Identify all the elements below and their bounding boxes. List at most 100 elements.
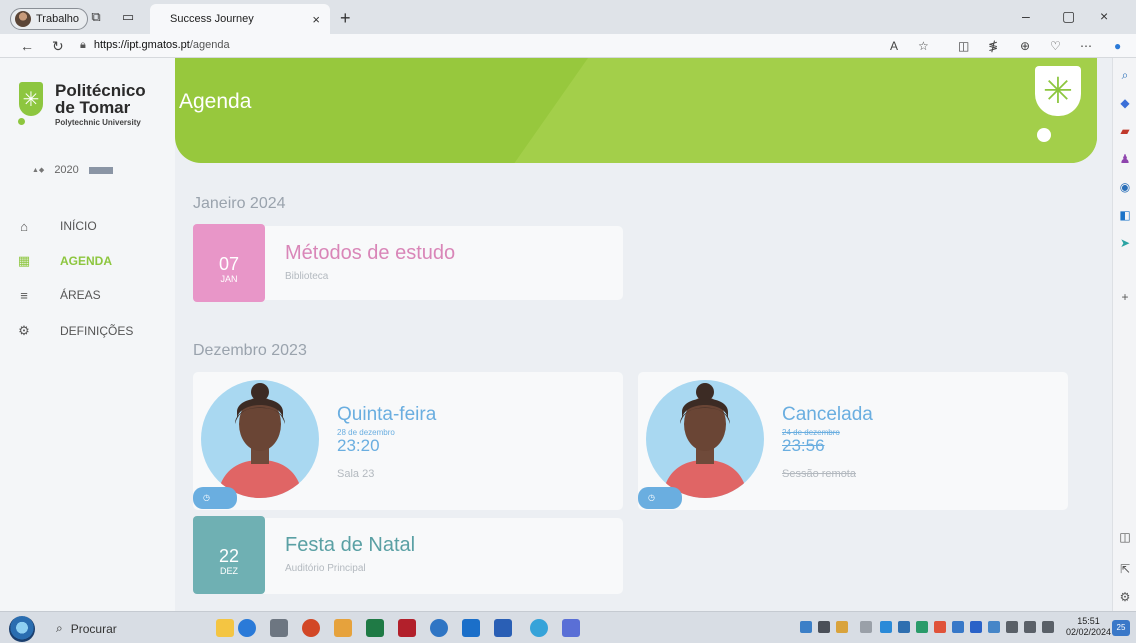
bluetooth-icon[interactable] — [970, 621, 982, 633]
notification-badge[interactable]: 25 — [1112, 620, 1130, 636]
app-icon[interactable] — [530, 619, 548, 637]
header-logo-dot — [1037, 128, 1051, 142]
people-icon[interactable]: ♟ — [1117, 152, 1133, 166]
more-options-icon[interactable]: ⋯ — [1080, 39, 1092, 53]
tray-icon[interactable] — [860, 621, 872, 633]
event-day: 22 — [218, 546, 240, 566]
taskbar-search-placeholder: Procurar — [70, 621, 117, 636]
workspaces-icon[interactable]: ⧉ — [88, 10, 104, 24]
appointment-title: Quinta-feira — [337, 404, 437, 425]
send-icon[interactable]: ➤ — [1117, 236, 1133, 250]
tab-title: Success Journey — [170, 13, 254, 25]
chrome-app-icon[interactable] — [430, 619, 448, 637]
appointment-card-cancelled[interactable]: ◷ Cancelada 24 de dezembro 23:56 Sessão … — [638, 372, 1068, 510]
clock-time: 15:51 — [1077, 616, 1100, 626]
page-title: Agenda — [179, 90, 252, 113]
onedrive-icon[interactable] — [880, 621, 892, 633]
appointment-title: Cancelada — [782, 404, 873, 425]
tray-icon[interactable] — [800, 621, 812, 633]
sidebar-toggle-icon[interactable]: ◫ — [1117, 530, 1133, 544]
external-link-icon[interactable]: ⇱ — [1117, 562, 1133, 576]
add-icon[interactable]: + — [1117, 290, 1133, 304]
settings-icon[interactable]: ⚙ — [1117, 590, 1133, 604]
folder-app-icon[interactable] — [216, 619, 234, 637]
sidebar-item-label: DEFINIÇÕES — [60, 324, 134, 338]
split-screen-icon[interactable]: ◫ — [958, 39, 969, 53]
close-tab-icon[interactable]: × — [312, 12, 320, 27]
person-avatar-icon — [217, 383, 303, 498]
event-date-box: 22 DEZ — [193, 516, 265, 594]
clock-chip-icon: ◷ — [193, 487, 237, 509]
file-explorer-icon[interactable] — [334, 619, 352, 637]
restore-button[interactable]: ▢ — [1062, 8, 1075, 25]
volume-icon[interactable] — [1042, 621, 1054, 633]
tray-icon[interactable] — [952, 621, 964, 633]
event-card[interactable]: 07 JAN Métodos de estudo Biblioteca — [193, 224, 623, 302]
address-bar-row: ← ↻ 🔒︎ https://ipt.gmatos.pt/agenda A ☆ ◫… — [0, 34, 1136, 58]
powerpoint-app-icon[interactable] — [302, 619, 320, 637]
tag-icon[interactable]: ◆ — [1117, 96, 1133, 110]
lock-icon: 🔒︎ — [80, 39, 86, 51]
windows-taskbar: ⌕ Procurar 15:51 02/02/2024 25 — [0, 611, 1136, 643]
event-card[interactable]: 22 DEZ Festa de Natal Auditório Principa… — [193, 516, 623, 594]
gear-icon: ⚙ — [18, 323, 30, 338]
edge-app-icon[interactable] — [238, 619, 256, 637]
logo-text-line3: Polytechnic University — [55, 118, 141, 127]
appointment-card[interactable]: ◷ Quinta-feira 28 de dezembro 23:20 Sala… — [193, 372, 623, 510]
start-button[interactable] — [9, 616, 35, 642]
profile-button[interactable]: Trabalho — [10, 8, 89, 30]
task-view-icon[interactable] — [270, 619, 288, 637]
sidebar-item-agenda[interactable]: ▦ AGENDA — [0, 251, 175, 271]
collections-icon[interactable]: ⊕ — [1020, 39, 1030, 53]
taskbar-clock[interactable]: 15:51 02/02/2024 — [1066, 616, 1111, 638]
tray-icon[interactable] — [818, 621, 830, 633]
url-field[interactable]: 🔒︎ https://ipt.gmatos.pt/agenda — [80, 39, 230, 52]
sidebar-item-label: ÁREAS — [60, 288, 101, 302]
back-arrow-icon[interactable]: ← — [20, 38, 34, 54]
sidebar-item-inicio[interactable]: ⌂ INÍCIO — [0, 216, 175, 236]
browser-essentials-icon[interactable]: ♡ — [1050, 39, 1061, 53]
outlook-icon[interactable]: ◧ — [1117, 208, 1133, 222]
url-host: https://ipt.gmatos.pt — [93, 39, 190, 51]
new-tab-button[interactable]: + — [340, 8, 351, 29]
partner-logos: ▲◆ 2020 — [32, 164, 113, 176]
office-icon[interactable]: ◉ — [1117, 180, 1133, 194]
toolbox-icon[interactable]: ▰ — [1117, 124, 1133, 138]
favorites-icon[interactable]: ≸ — [988, 39, 998, 53]
appointment-room: Sessão remota — [782, 468, 856, 480]
home-icon: ⌂ — [20, 218, 28, 234]
excel-app-icon[interactable] — [366, 619, 384, 637]
logo-dot — [18, 118, 25, 125]
tab-success-journey[interactable]: Success Journey × — [150, 4, 330, 34]
tray-icon[interactable] — [836, 621, 848, 633]
search-icon[interactable]: ⌕ — [1117, 68, 1133, 82]
tab-actions-icon[interactable]: ▭ — [120, 10, 136, 24]
read-aloud-icon[interactable]: A — [890, 39, 898, 53]
tray-icon[interactable] — [916, 621, 928, 633]
copilot-icon[interactable]: ● — [1114, 39, 1121, 53]
profile-label: Trabalho — [36, 13, 80, 25]
tray-icon[interactable] — [988, 621, 1000, 633]
ipt-logo-icon[interactable]: ✳ — [19, 82, 43, 116]
sidebar-item-definicoes[interactable]: ⚙ DEFINIÇÕES — [0, 321, 175, 341]
avatar — [646, 380, 764, 498]
refresh-icon[interactable]: ↻ — [52, 38, 64, 55]
teams-app-icon[interactable] — [562, 619, 580, 637]
outlook-app-icon[interactable] — [462, 619, 480, 637]
header-logo-icon: ✳ — [1035, 66, 1081, 116]
tray-icon[interactable] — [934, 621, 946, 633]
display-icon[interactable] — [1006, 621, 1018, 633]
word-app-icon[interactable] — [494, 619, 512, 637]
event-title: Festa de Natal — [285, 534, 416, 556]
network-icon[interactable] — [1024, 621, 1036, 633]
month-heading: Janeiro 2024 — [193, 195, 286, 212]
partner-logo-2020: 2020 — [54, 164, 79, 176]
favorite-star-icon[interactable]: ☆ — [918, 39, 929, 53]
minimize-button[interactable]: – — [1022, 8, 1030, 24]
netflix-app-icon[interactable] — [398, 619, 416, 637]
sidebar-item-areas[interactable]: ≡ ÁREAS — [0, 285, 175, 305]
taskbar-search[interactable]: ⌕ Procurar — [46, 617, 196, 640]
sidebar-item-label: AGENDA — [60, 254, 113, 268]
onedrive-icon[interactable] — [898, 621, 910, 633]
close-window-button[interactable]: × — [1100, 8, 1108, 24]
